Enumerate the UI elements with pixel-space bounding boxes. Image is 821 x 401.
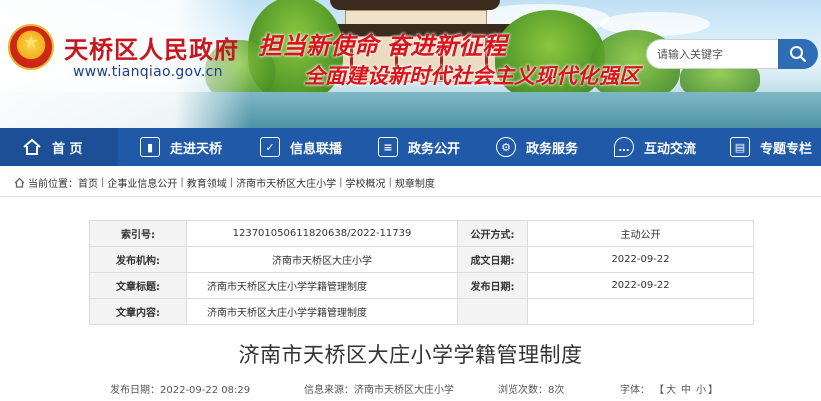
breadcrumb-item-school-overview[interactable]: 学校概况 — [346, 175, 386, 190]
breadcrumb-prefix: 当前位置： — [28, 179, 78, 190]
article-content-label: 文章内容: — [89, 298, 187, 325]
font-medium-button[interactable]: 中 — [681, 381, 691, 396]
nav-label: 专题专栏 — [760, 141, 813, 157]
font-size-bracket-open: 【 — [654, 385, 664, 396]
font-size-label: 字体： — [620, 385, 650, 396]
breadcrumb-item-rules[interactable]: 规章制度 — [395, 175, 435, 190]
topic-icon: ▤ — [730, 137, 750, 157]
breadcrumb-item-home[interactable]: 首页 — [78, 175, 98, 190]
font-size-bracket-close: 】 — [708, 385, 718, 396]
nav-item-about-tianqiao[interactable]: ▮ 走进天桥 — [118, 128, 236, 166]
table-row: 文章标题: 济南市天桥区大庄小学学籍管理制度 发布日期: 2022-09-22 — [89, 272, 754, 299]
font-large-button[interactable]: 大 — [666, 381, 676, 396]
nav-label: 互动交流 — [644, 141, 697, 157]
breadcrumb-separator: | — [388, 177, 392, 188]
pavilion-roof — [330, 0, 500, 10]
article-content-value: 济南市天桥区大庄小学学籍管理制度 — [186, 298, 458, 325]
article-title: 济南市天桥区大庄小学学籍管理制度 — [238, 343, 583, 367]
nav-label: 走进天桥 — [170, 141, 223, 157]
nav-item-topics[interactable]: ▤ 专题专栏 — [708, 128, 821, 166]
nav-label: 政务公开 — [408, 141, 461, 157]
breadcrumb-item-enterprise-info[interactable]: 企事业信息公开 — [107, 175, 177, 190]
chat-icon: … — [614, 137, 634, 157]
nav-label: 信息联播 — [290, 141, 343, 157]
nav-item-news[interactable]: ✓ 信息联播 — [236, 128, 354, 166]
breadcrumb-item-school[interactable]: 济南市天桥区大庄小学 — [236, 175, 336, 190]
empty-cell — [527, 298, 754, 325]
open-mode-value: 主动公开 — [527, 220, 754, 247]
created-date-label: 成文日期: — [457, 246, 528, 273]
home-icon — [14, 177, 25, 188]
breadcrumb-separator: | — [101, 177, 105, 188]
breadcrumb-separator: | — [229, 177, 234, 188]
view-count: 浏览次数：8次 — [498, 385, 565, 396]
document-icon: ≡ — [378, 137, 398, 157]
home-icon — [22, 137, 42, 157]
nav-label: 首 页 — [52, 141, 83, 157]
article-title-value: 济南市天桥区大庄小学学籍管理制度 — [186, 272, 458, 299]
published-date-label: 发布日期: — [457, 272, 528, 299]
nav-item-interaction[interactable]: … 互动交流 — [590, 128, 708, 166]
search-button[interactable] — [778, 39, 818, 69]
search-box — [646, 39, 818, 69]
table-row: 文章内容: 济南市天桥区大庄小学学籍管理制度 — [89, 298, 754, 325]
empty-cell — [457, 298, 528, 325]
bookmark-icon: ▮ — [140, 137, 160, 157]
header-banner: ★ 天桥区人民政府 www.tianqiao.gov.cn 担当新使命 奋进新征… — [0, 0, 821, 128]
table-row: 索引号: 123701050611820638/2022-11739 公开方式:… — [89, 220, 754, 247]
open-mode-label: 公开方式: — [457, 220, 528, 247]
info-source: 信息来源：济南市天桥区大庄小学 — [304, 385, 454, 396]
created-date-value: 2022-09-22 — [527, 246, 754, 273]
slogan-line1: 担当新使命 奋进新征程 — [258, 31, 507, 60]
search-input[interactable] — [646, 39, 786, 69]
article-title-label: 文章标题: — [89, 272, 187, 299]
published-date-value: 2022-09-22 — [527, 272, 754, 299]
service-icon: ⚙ — [496, 137, 516, 157]
site-title[interactable]: 天桥区人民政府 — [64, 30, 239, 65]
search-icon — [790, 46, 806, 62]
publisher-value: 济南市天桥区大庄小学 — [186, 246, 458, 273]
font-small-button[interactable]: 小 — [696, 381, 706, 396]
breadcrumb-item-education[interactable]: 教育领域 — [187, 175, 227, 190]
table-row: 发布机构: 济南市天桥区大庄小学 成文日期: 2022-09-22 — [89, 246, 754, 273]
site-url: www.tianqiao.gov.cn — [73, 64, 223, 80]
nav-item-gov-services[interactable]: ⚙ 政务服务 — [472, 128, 590, 166]
nav-item-home[interactable]: 首 页 — [0, 128, 118, 166]
nav-item-gov-affairs[interactable]: ≡ 政务公开 — [354, 128, 472, 166]
divider — [0, 196, 821, 197]
publish-date: 发布日期：2022-09-22 08:29 — [110, 385, 251, 396]
national-emblem-icon: ★ — [8, 24, 54, 70]
breadcrumb: 当前位置： 首页 | 企事业信息公开 | 教育领域 | 济南市天桥区大庄小学 |… — [14, 175, 435, 190]
index-label: 索引号: — [89, 220, 187, 247]
publisher-label: 发布机构: — [89, 246, 187, 273]
document-info-table: 索引号: 123701050611820638/2022-11739 公开方式:… — [89, 220, 754, 325]
main-nav: 首 页 ▮ 走进天桥 ✓ 信息联播 ≡ 政务公开 ⚙ 政务服务 … 互动交流 ▤… — [0, 128, 821, 166]
breadcrumb-separator: | — [180, 177, 184, 188]
breadcrumb-separator: | — [339, 177, 343, 188]
index-value: 123701050611820638/2022-11739 — [186, 220, 458, 247]
broadcast-icon: ✓ — [260, 137, 280, 157]
slogan-line2: 全面建设新时代社会主义现代化强区 — [304, 63, 640, 88]
nav-label: 政务服务 — [526, 141, 579, 157]
